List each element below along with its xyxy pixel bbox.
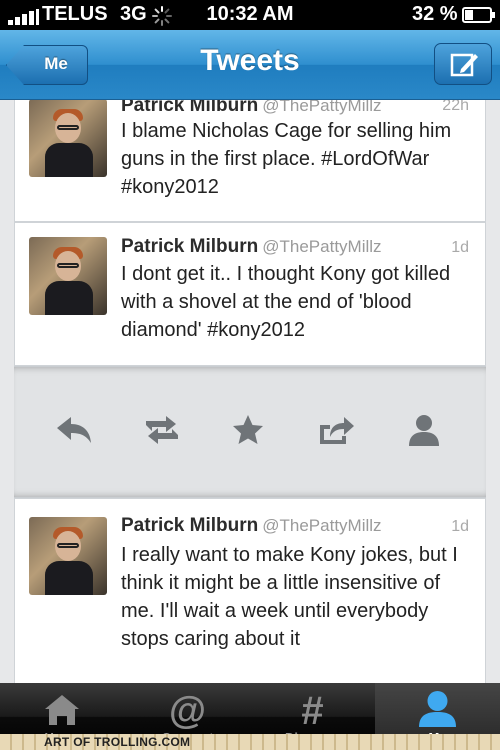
status-bar: TELUS 3G 10:32 AM 32 % bbox=[0, 0, 500, 30]
tweet-handle: @ThePattyMillz bbox=[262, 516, 382, 535]
tweet-item[interactable]: Patrick Milburn @ThePattyMillz 1d I dont … bbox=[14, 222, 486, 366]
network-type: 3G bbox=[120, 3, 147, 25]
tweet-item[interactable]: Patrick Milburn @ThePattyMillz 22h I blam… bbox=[14, 100, 486, 222]
home-icon bbox=[45, 695, 79, 725]
watermark-strip: ART OF TROLLING.COM bbox=[0, 734, 500, 750]
retweet-icon bbox=[146, 416, 178, 444]
share-button[interactable] bbox=[316, 413, 356, 449]
favorite-button[interactable] bbox=[228, 413, 268, 449]
avatar[interactable] bbox=[29, 237, 107, 315]
at-icon: @ bbox=[169, 690, 206, 729]
watermark-text: ART OF TROLLING.COM bbox=[44, 735, 191, 749]
tweet-author[interactable]: Patrick Milburn @ThePattyMillz bbox=[121, 515, 382, 537]
reply-button[interactable] bbox=[54, 413, 94, 449]
share-icon bbox=[320, 417, 354, 444]
battery-icon bbox=[462, 7, 495, 23]
reply-icon bbox=[57, 417, 91, 443]
tweet-text: I blame Nicholas Cage for selling him gu… bbox=[121, 120, 452, 198]
signal-icon bbox=[8, 9, 40, 25]
tweet-time: 1d bbox=[451, 239, 469, 256]
retweet-button[interactable] bbox=[140, 413, 180, 449]
compose-button[interactable] bbox=[434, 43, 492, 85]
hash-icon: # bbox=[301, 689, 323, 729]
tweet-time: 22h bbox=[442, 100, 469, 114]
svg-text:#: # bbox=[301, 689, 323, 729]
tweet-text: I really want to make Kony jokes, but I … bbox=[121, 544, 458, 650]
tweet-text: I dont get it.. I thought Kony got kille… bbox=[121, 263, 451, 341]
battery-percent: 32 % bbox=[412, 3, 458, 25]
profile-button[interactable] bbox=[404, 413, 444, 449]
profile-icon bbox=[409, 415, 439, 446]
avatar[interactable] bbox=[29, 100, 107, 177]
carrier-name: TELUS bbox=[42, 3, 108, 25]
tweet-time: 1d bbox=[451, 518, 469, 535]
tweet-timeline[interactable]: Patrick Milburn @ThePattyMillz 22h I blam… bbox=[0, 100, 500, 683]
activity-spinner-icon bbox=[152, 6, 172, 26]
tweet-action-bar bbox=[14, 366, 486, 498]
clock: 10:32 AM bbox=[206, 3, 294, 25]
tweet-handle: @ThePattyMillz bbox=[262, 237, 382, 256]
compose-icon bbox=[450, 53, 478, 77]
tweet-author[interactable]: Patrick Milburn @ThePattyMillz bbox=[121, 100, 382, 117]
svg-text:@: @ bbox=[169, 690, 206, 729]
tweet-author[interactable]: Patrick Milburn @ThePattyMillz bbox=[121, 236, 382, 258]
navigation-bar: Me Tweets bbox=[0, 30, 500, 100]
favorite-icon bbox=[233, 415, 263, 444]
tweet-handle: @ThePattyMillz bbox=[262, 100, 382, 115]
page-title: Tweets bbox=[200, 44, 300, 77]
tweet-item[interactable]: Patrick Milburn @ThePattyMillz 1d I reall… bbox=[14, 498, 486, 683]
avatar[interactable] bbox=[29, 517, 107, 595]
person-icon bbox=[419, 691, 456, 727]
